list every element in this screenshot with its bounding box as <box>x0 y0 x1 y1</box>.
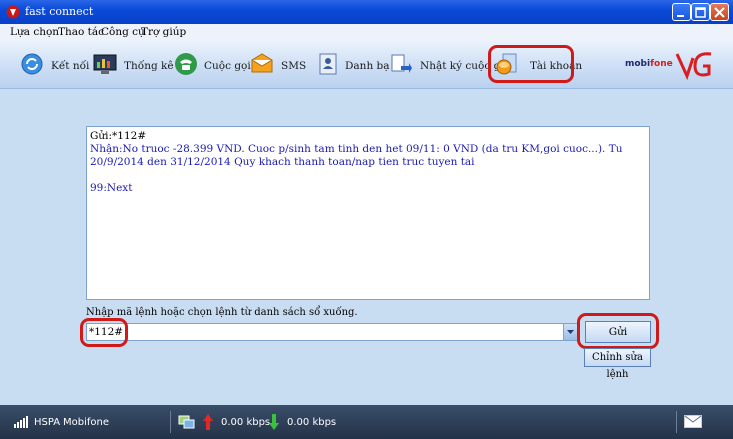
stats-label: Thống kê <box>124 60 174 72</box>
menu-tools[interactable]: Công cụ <box>101 26 145 38</box>
menu-bar: Lựa chọn Thao tác Công cụ Trợ giúp <box>0 24 733 42</box>
app-logo-icon <box>6 5 20 19</box>
status-divider-right <box>676 411 677 433</box>
minimize-icon <box>677 15 684 17</box>
mail-icon[interactable] <box>684 415 702 428</box>
connect-label: Kết nối <box>51 60 90 72</box>
ussd-response-panel: Gửi:*112# Nhận:No truoc -28.399 VND. Cuo… <box>86 126 650 300</box>
download-arrow-icon <box>269 414 279 430</box>
stats-icon <box>93 54 117 74</box>
contact-book-icon <box>319 53 337 75</box>
send-highlight <box>577 313 659 349</box>
command-hint: Nhập mã lệnh hoặc chọn lệnh từ danh sách… <box>86 307 358 318</box>
sms-label: SMS <box>281 60 307 72</box>
minimize-button[interactable] <box>672 3 691 21</box>
calls-label: Cuộc gọi <box>204 60 251 72</box>
command-highlight <box>80 318 128 347</box>
chevron-down-icon <box>567 330 574 334</box>
command-input[interactable] <box>89 325 559 339</box>
phone-icon <box>175 53 197 75</box>
vg-logo-icon <box>675 52 712 80</box>
upload-arrow-icon <box>203 414 213 430</box>
maximize-button[interactable] <box>691 3 710 21</box>
operator-name: Mobifone <box>63 417 110 428</box>
network-activity-icon <box>178 415 195 429</box>
envelope-icon <box>251 53 273 73</box>
next-option-text: 99:Next <box>90 182 133 194</box>
toolbar: Kết nối Thống kê Cuộc gọi SMS Danh bạ Nh… <box>0 42 733 89</box>
edit-command-button[interactable]: Chỉnh sửa lệnh <box>584 348 651 380</box>
title-bar: fast connect <box>0 0 733 24</box>
network-type: HSPA <box>34 417 61 428</box>
menu-options[interactable]: Lựa chọn <box>10 26 59 38</box>
connect-icon <box>21 53 43 75</box>
menu-help[interactable]: Trợ giúp <box>141 26 186 38</box>
window-title: fast connect <box>25 5 94 18</box>
received-message-text: Nhận:No truoc -28.399 VND. Cuoc p/sinh t… <box>90 143 623 168</box>
sent-command-text: Gửi:*112# <box>90 130 147 142</box>
call-log-icon <box>391 54 412 73</box>
command-combobox[interactable] <box>86 323 578 341</box>
signal-strength-icon <box>14 416 28 428</box>
brand-logo: mobifone <box>625 59 673 69</box>
menu-actions[interactable]: Thao tác <box>58 26 104 38</box>
status-bar: HSPA Mobifone 0.00 kbps 0.00 kbps <box>0 405 733 439</box>
close-button[interactable] <box>710 3 729 21</box>
account-highlight <box>488 45 574 83</box>
command-dropdown-button[interactable] <box>563 324 577 340</box>
maximize-icon <box>695 7 706 18</box>
download-speed: 0.00 kbps <box>287 417 337 428</box>
status-divider <box>170 411 171 433</box>
contacts-label: Danh bạ <box>345 60 390 72</box>
upload-speed: 0.00 kbps <box>221 417 271 428</box>
close-icon <box>714 7 725 18</box>
